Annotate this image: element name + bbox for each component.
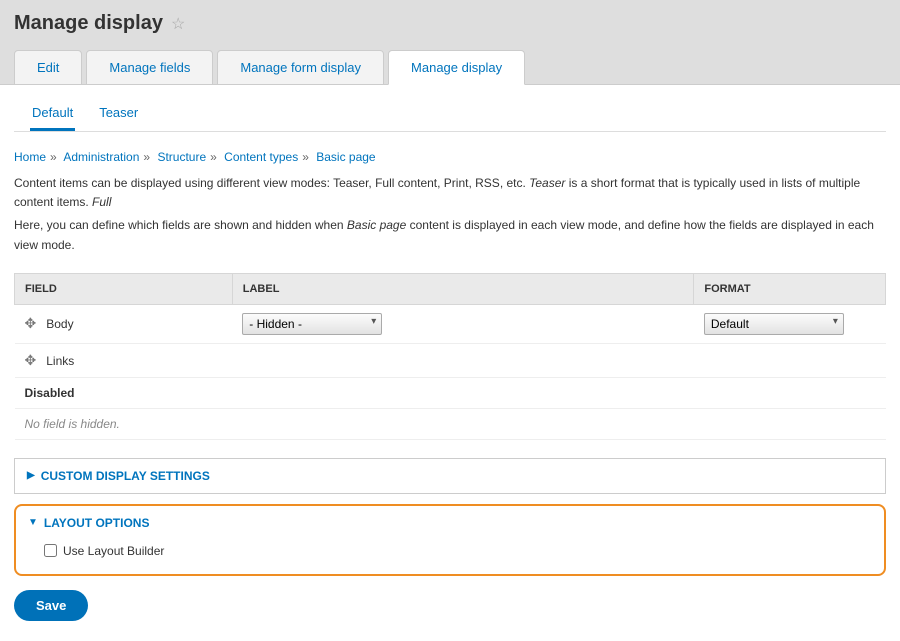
secondary-tabs: Default Teaser <box>14 95 886 132</box>
subtab-default[interactable]: Default <box>30 99 75 131</box>
body-format-select[interactable]: Default <box>704 313 844 335</box>
custom-display-settings-panel: ▶ CUSTOM DISPLAY SETTINGS <box>14 458 886 494</box>
field-links-label: Links <box>46 354 74 368</box>
crumb-home[interactable]: Home <box>14 150 46 164</box>
tab-manage-fields[interactable]: Manage fields <box>86 50 213 85</box>
use-layout-builder-label[interactable]: Use Layout Builder <box>63 544 164 558</box>
drag-handle-icon[interactable]: ✥ <box>25 352 47 368</box>
body-label-select[interactable]: - Hidden - <box>242 313 382 335</box>
crumb-basic-page[interactable]: Basic page <box>316 150 375 164</box>
drag-handle-icon[interactable]: ✥ <box>25 315 47 331</box>
col-field: FIELD <box>15 273 233 304</box>
table-row: ✥Body - Hidden - Default <box>15 304 886 343</box>
tab-manage-form-display[interactable]: Manage form display <box>217 50 384 85</box>
subtab-teaser[interactable]: Teaser <box>97 99 140 131</box>
breadcrumb: Home» Administration» Structure» Content… <box>14 150 886 164</box>
crumb-structure[interactable]: Structure <box>157 150 206 164</box>
tab-edit[interactable]: Edit <box>14 50 82 85</box>
header-bar: Manage display ☆ Edit Manage fields Mana… <box>0 0 900 85</box>
chevron-down-icon: ▼ <box>28 517 38 528</box>
fields-table: FIELD LABEL FORMAT ✥Body - Hidden - <box>14 273 886 440</box>
crumb-admin[interactable]: Administration <box>63 150 139 164</box>
layout-options-toggle[interactable]: ▼ LAYOUT OPTIONS <box>16 506 884 540</box>
disabled-header-row: Disabled <box>15 377 886 408</box>
no-hidden-row: No field is hidden. <box>15 408 886 439</box>
layout-options-panel: ▼ LAYOUT OPTIONS Use Layout Builder <box>14 504 886 576</box>
chevron-right-icon: ▶ <box>27 470 35 481</box>
star-icon[interactable]: ☆ <box>171 14 185 34</box>
page-title: Manage display <box>14 12 163 35</box>
use-layout-builder-checkbox[interactable] <box>44 544 57 557</box>
description-line-1: Content items can be displayed using dif… <box>14 174 886 212</box>
table-row: ✥Links <box>15 343 886 377</box>
save-button[interactable]: Save <box>14 590 88 621</box>
col-label: LABEL <box>232 273 694 304</box>
col-format: FORMAT <box>694 273 886 304</box>
custom-display-settings-toggle[interactable]: ▶ CUSTOM DISPLAY SETTINGS <box>15 459 885 493</box>
primary-tabs: Edit Manage fields Manage form display M… <box>14 49 886 84</box>
description-line-2: Here, you can define which fields are sh… <box>14 216 886 254</box>
crumb-content-types[interactable]: Content types <box>224 150 298 164</box>
field-body-label: Body <box>46 317 73 331</box>
tab-manage-display[interactable]: Manage display <box>388 50 525 85</box>
